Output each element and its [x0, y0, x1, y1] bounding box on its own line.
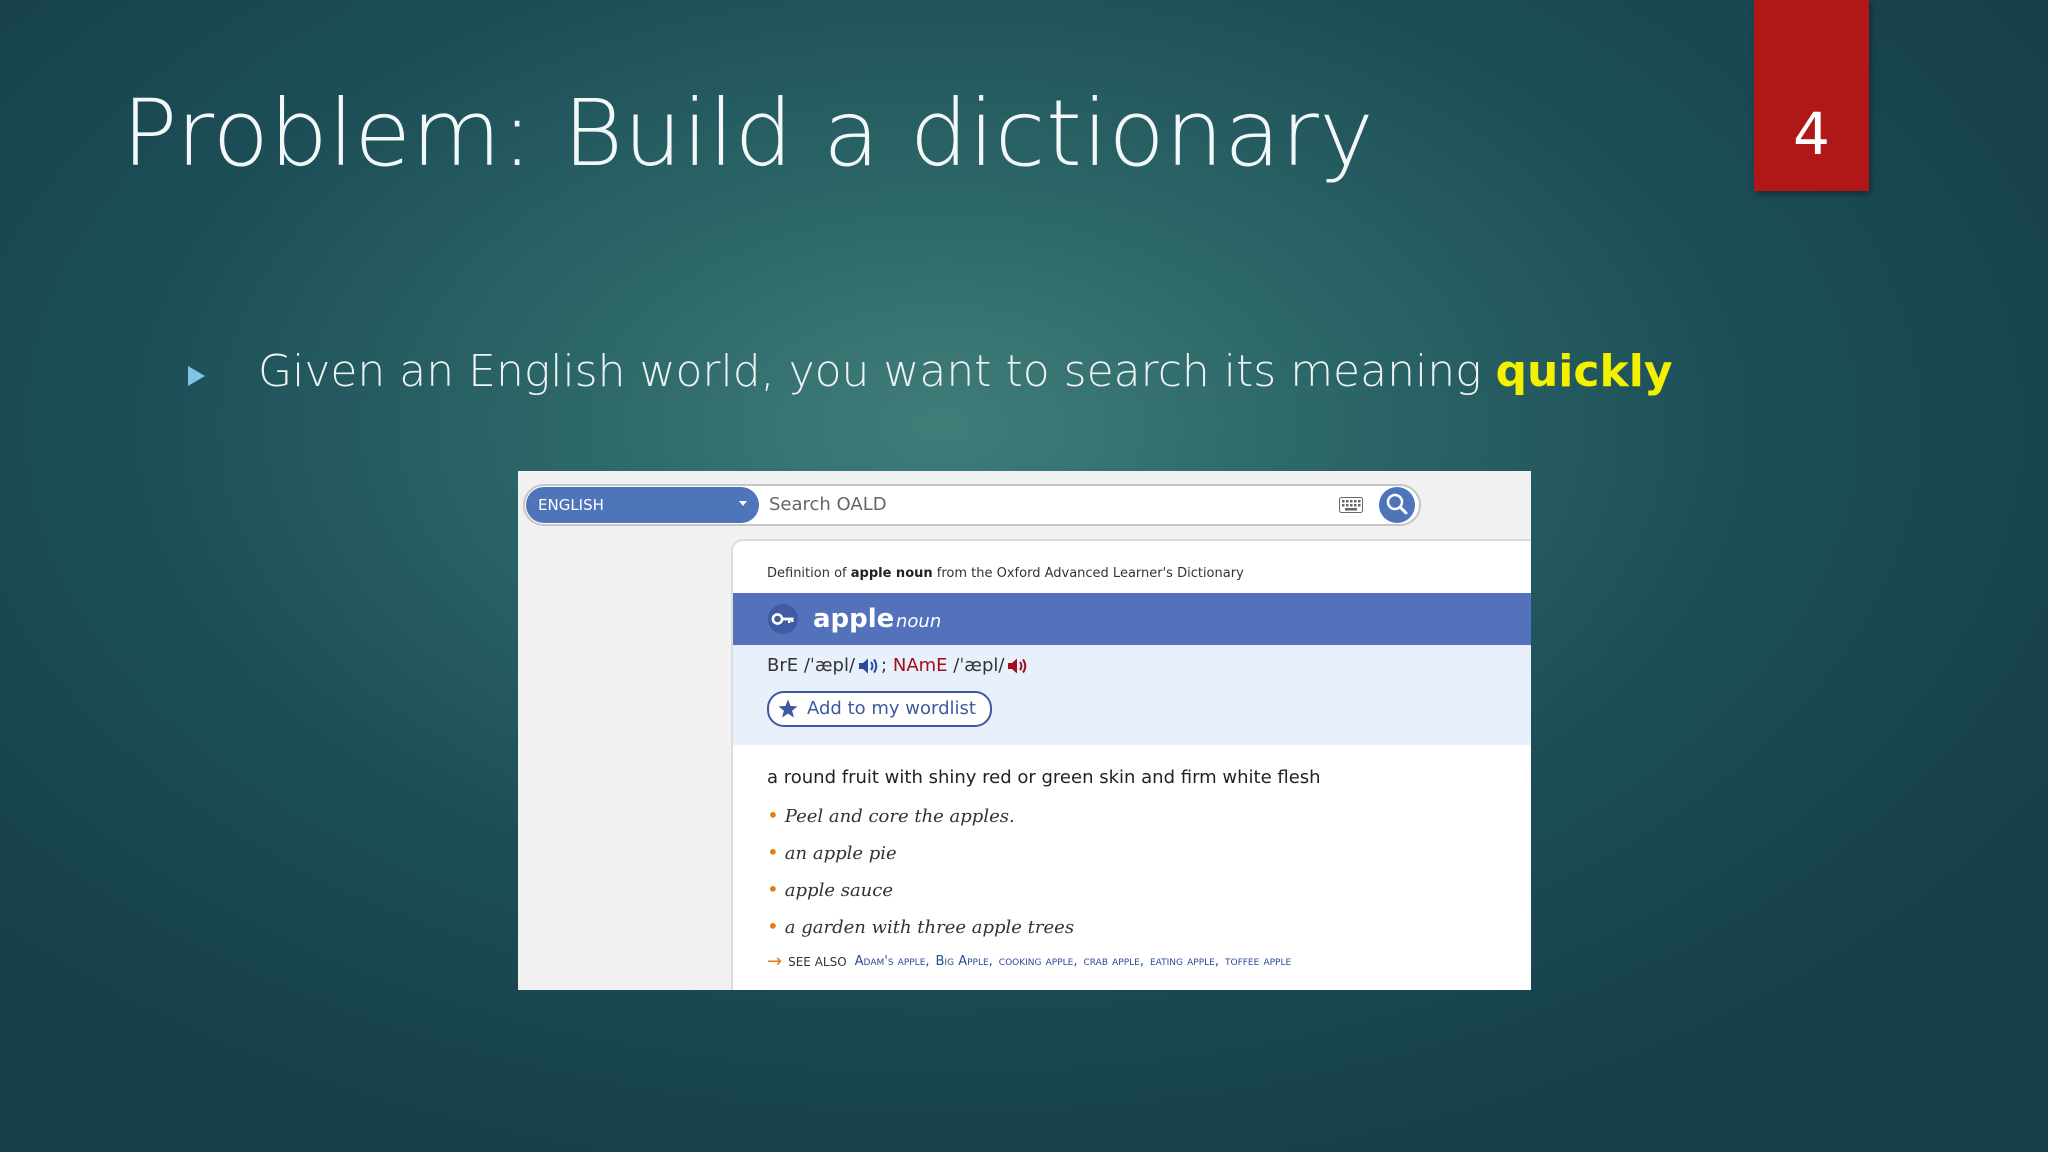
example-text: Peel and core the apples. — [784, 806, 1015, 827]
speaker-bre-icon[interactable] — [857, 656, 879, 676]
xref-link[interactable]: Adam's apple — [855, 954, 926, 969]
bullet-emphasis: quickly — [1495, 346, 1673, 397]
bullet-dot: • — [767, 877, 779, 901]
source-suffix: from the Oxford Advanced Learner's Dicti… — [932, 566, 1244, 581]
bre-ipa: /ˈæpl/ — [803, 655, 856, 676]
example-item: • an apple pie — [767, 840, 897, 864]
see-also-label: SEE ALSO — [788, 954, 847, 969]
star-icon — [778, 699, 798, 718]
xref-link[interactable]: Big Apple — [936, 954, 989, 969]
xref-link[interactable]: toffee apple — [1225, 954, 1291, 969]
pronunciation-line: BrE /ˈæpl/ ; NAmE /ˈæpl/ — [767, 655, 1030, 676]
source-prefix: Definition of — [767, 566, 851, 581]
pronunciation-area: BrE /ˈæpl/ ; NAmE /ˈæpl/ Add to my wordl… — [733, 645, 1531, 745]
name-label: NAmE — [892, 655, 948, 676]
chevron-down-icon — [739, 501, 747, 506]
headword: apple — [813, 604, 895, 634]
add-to-wordlist-button[interactable]: Add to my wordlist — [767, 691, 992, 727]
dictionary-entry: Definition of apple noun from the Oxford… — [731, 539, 1531, 990]
source-word: apple noun — [850, 566, 933, 581]
bullet-dot: • — [767, 803, 779, 827]
part-of-speech: noun — [896, 611, 942, 632]
example-text: an apple pie — [784, 843, 897, 864]
keyboard-icon[interactable] — [1339, 497, 1363, 513]
example-item: • Peel and core the apples. — [767, 803, 1015, 827]
see-also-line: → SEE ALSO Adam's apple, Big Apple, cook… — [767, 951, 1291, 972]
bullet-dot: • — [767, 840, 779, 864]
xref-separator: , — [988, 954, 993, 969]
key-icon — [768, 604, 798, 634]
name-ipa: /ˈæpl/ — [953, 655, 1005, 676]
example-item: • a garden with three apple trees — [767, 914, 1074, 938]
wordlist-button-label: Add to my wordlist — [807, 698, 976, 719]
xref-link[interactable]: cooking apple — [999, 954, 1074, 969]
definition-text: a round fruit with shiny red or green sk… — [767, 767, 1321, 788]
example-text: a garden with three apple trees — [784, 917, 1075, 938]
slide-title: Problem: Build a dictionary — [122, 80, 1375, 187]
search-input[interactable] — [765, 487, 1309, 521]
example-item: • apple sauce — [767, 877, 893, 901]
bre-label: BrE — [767, 655, 799, 676]
definition-source: Definition of apple noun from the Oxford… — [767, 566, 1244, 581]
search-bar: ENGLISH — [523, 484, 1421, 526]
slide-number: 4 — [1793, 100, 1830, 168]
language-select-label: ENGLISH — [538, 496, 604, 514]
bullet-text-main: Given an English world, you want to sear… — [258, 346, 1496, 397]
example-text: apple sauce — [784, 880, 893, 901]
xref-link[interactable]: crab apple — [1084, 954, 1140, 969]
xref-separator: , — [1139, 954, 1144, 969]
headword-bar: apple noun — [733, 593, 1531, 645]
arrow-right-icon: → — [767, 951, 783, 972]
search-icon — [1386, 493, 1408, 515]
language-select[interactable]: ENGLISH — [526, 487, 759, 523]
dictionary-screenshot: ENGLISH Definition of apple noun from th… — [518, 471, 1531, 990]
speaker-name-icon[interactable] — [1006, 656, 1028, 676]
xref-separator: , — [925, 954, 930, 969]
search-button[interactable] — [1379, 487, 1415, 523]
xref-link[interactable]: eating apple — [1150, 954, 1215, 969]
bullet-arrow-icon — [188, 366, 205, 386]
pron-separator: ; — [881, 655, 888, 676]
slide-number-badge: 4 — [1754, 0, 1869, 191]
xref-separator: , — [1073, 954, 1078, 969]
bullet-text: Given an English world, you want to sear… — [258, 346, 1673, 397]
bullet-dot: • — [767, 914, 779, 938]
xref-separator: , — [1214, 954, 1219, 969]
